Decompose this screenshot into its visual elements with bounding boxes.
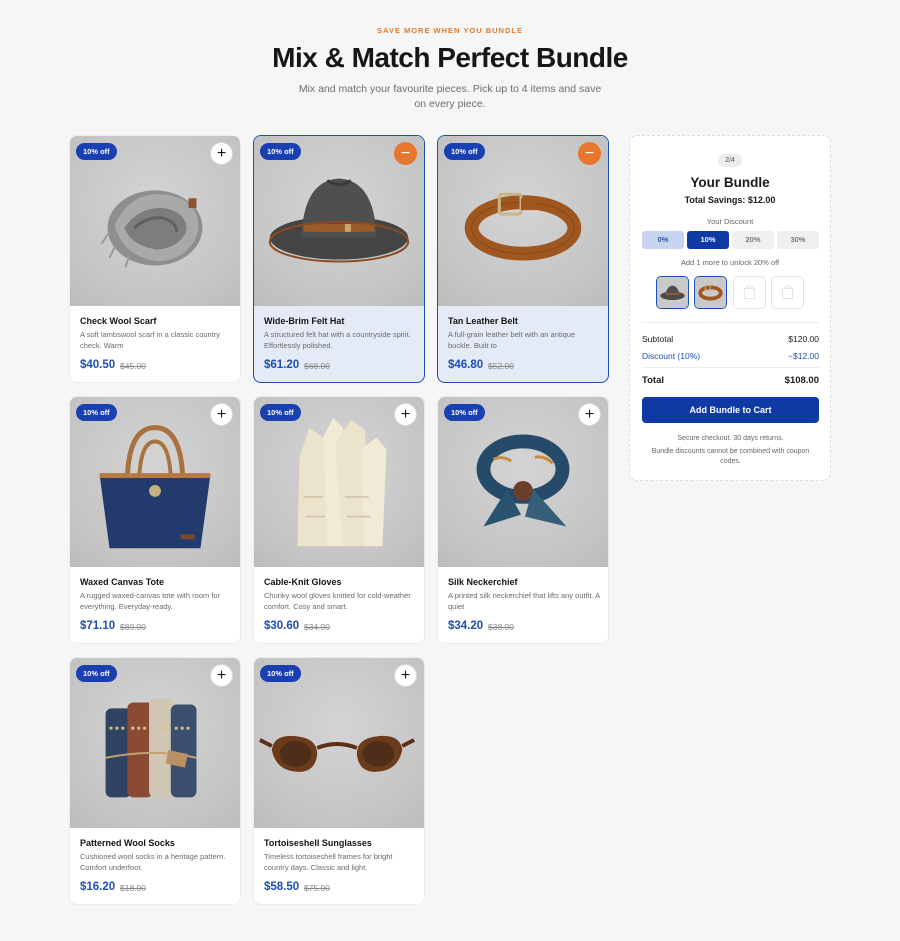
product-card[interactable]: 10% off + Waxed Canvas Tote A rugged waxed-…	[69, 396, 241, 644]
product-price: $16.20	[80, 881, 116, 893]
discount-row-value: −$12.00	[788, 351, 819, 361]
bundle-slots	[656, 276, 806, 310]
bundle-count-badge: 2/4	[718, 154, 742, 167]
product-description: A structured felt hat with a countryside…	[264, 330, 411, 350]
add-bundle-to-cart-button[interactable]: Add Bundle to Cart	[642, 397, 819, 423]
product-name: Silk Neckerchief	[448, 577, 518, 587]
bag-placeholder-icon	[781, 285, 794, 300]
product-original-price: $75.00	[304, 883, 330, 893]
bundle-title: Your Bundle	[690, 175, 770, 190]
page-subtitle: Mix and match your favourite pieces. Pic…	[298, 83, 602, 110]
product-original-price: $34.00	[304, 622, 330, 632]
product-card[interactable]: 10% off + Cable-Knit Gloves Chunky wool glo…	[253, 396, 425, 644]
product-name: Tan Leather Belt	[448, 316, 518, 326]
discount-badge: 10% off	[260, 665, 301, 682]
add-item-button[interactable]: +	[394, 664, 417, 687]
discount-badge: 10% off	[76, 665, 117, 682]
tier-30: 30%	[777, 231, 819, 249]
product-description: A rugged waxed-canvas tote with room for…	[80, 591, 221, 611]
hat-icon	[657, 277, 688, 308]
product-price: $30.60	[264, 620, 300, 632]
product-original-price: $52.00	[488, 361, 514, 371]
discount-badge: 10% off	[76, 143, 117, 160]
product-description: Chunky wool gloves knitted for cold-weat…	[264, 591, 411, 611]
divider	[642, 367, 819, 368]
tier-20: 20%	[732, 231, 774, 249]
divider	[642, 322, 819, 323]
product-name: Patterned Wool Socks	[80, 838, 175, 848]
discount-tiers: 0% 10% 20% 30%	[642, 231, 819, 249]
discount-badge: 10% off	[260, 404, 301, 421]
product-card[interactable]: 10% off + Patterned Wool Socks Cushioned wo…	[69, 657, 241, 905]
product-original-price: $38.00	[488, 622, 514, 632]
discount-badge: 10% off	[260, 143, 301, 160]
total-savings: Total Savings: $12.00	[684, 195, 776, 205]
product-grid: 10% off + Check Wool Scarf A soft lambswool…	[69, 135, 610, 905]
product-price: $61.20	[264, 359, 300, 371]
slot-empty	[771, 276, 804, 309]
discount-badge: 10% off	[76, 404, 117, 421]
product-card[interactable]: 10% off + Silk Neckerchief A printed silk n…	[437, 396, 609, 644]
product-card[interactable]: 10% off + Check Wool Scarf A soft lambswool…	[69, 135, 241, 383]
product-price: $34.20	[448, 620, 484, 632]
product-card[interactable]: 10% off − Wide-Brim Felt Hat A structured f…	[253, 135, 425, 383]
page-title: Mix & Match Perfect Bundle	[272, 42, 628, 73]
add-item-button[interactable]: +	[394, 403, 417, 426]
product-price: $71.10	[80, 620, 116, 632]
add-item-button[interactable]: +	[210, 403, 233, 426]
total-value: $108.00	[784, 375, 819, 386]
coupon-note: Bundle discounts cannot be combined with…	[651, 448, 810, 465]
discount-row-label: Discount (10%)	[642, 351, 701, 361]
product-name: Waxed Canvas Tote	[80, 577, 165, 587]
checkout-note: Secure checkout. 30 days returns.	[677, 435, 784, 442]
product-card[interactable]: 10% off + Tortoiseshell Sunglasses Timeless…	[253, 657, 425, 905]
product-original-price: $45.00	[120, 361, 146, 371]
product-name: Check Wool Scarf	[80, 316, 157, 326]
product-original-price: $18.00	[120, 883, 146, 893]
product-original-price: $68.00	[304, 361, 330, 371]
bundle-panel: 2/4 Your Bundle Total Savings: $12.00 Yo…	[629, 135, 831, 481]
product-price: $40.50	[80, 359, 116, 371]
subtotal-label: Subtotal	[642, 334, 674, 344]
product-price: $46.80	[448, 359, 484, 371]
belt-icon	[695, 277, 726, 308]
product-name: Cable-Knit Gloves	[264, 577, 342, 587]
bag-placeholder-icon	[743, 285, 756, 300]
product-card[interactable]: 10% off − Tan Leather Belt A full-grain lea…	[437, 135, 609, 383]
discount-badge: 10% off	[444, 143, 485, 160]
total-label: Total	[642, 375, 664, 386]
discount-label: Your Discount	[706, 217, 754, 226]
product-name: Tortoiseshell Sunglasses	[264, 838, 372, 848]
add-item-button[interactable]: +	[578, 403, 601, 426]
slot-belt[interactable]	[694, 276, 727, 309]
product-original-price: $89.00	[120, 622, 146, 632]
slot-hat[interactable]	[656, 276, 689, 309]
product-description: Timeless tortoiseshell frames for bright…	[264, 852, 393, 872]
add-item-button[interactable]: +	[210, 142, 233, 165]
product-description: A soft lambswool scarf in a classic coun…	[80, 330, 221, 350]
product-name: Wide-Brim Felt Hat	[264, 316, 345, 326]
remove-item-button[interactable]: −	[578, 142, 601, 165]
product-description: Cushioned wool socks in a heritage patte…	[80, 852, 226, 872]
subtotal-value: $120.00	[788, 334, 819, 344]
discount-badge: 10% off	[444, 404, 485, 421]
slot-empty	[733, 276, 766, 309]
product-description: A printed silk neckerchief that lifts an…	[448, 591, 600, 611]
remove-item-button[interactable]: −	[394, 142, 417, 165]
eyebrow-label: SAVE MORE WHEN YOU BUNDLE	[377, 26, 523, 35]
tier-10: 10%	[687, 231, 729, 249]
unlock-hint: Add 1 more to unlock 20% off	[680, 258, 780, 267]
product-price: $58.50	[264, 881, 300, 893]
product-description: A full-grain leather belt with an antiqu…	[448, 330, 576, 350]
tier-0: 0%	[642, 231, 684, 249]
add-item-button[interactable]: +	[210, 664, 233, 687]
